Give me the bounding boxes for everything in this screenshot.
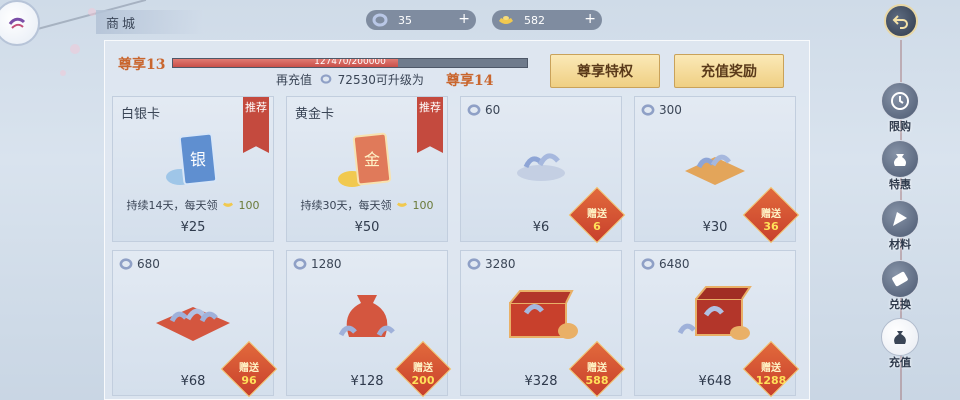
jade-pack-300[interactable]: 300 赠送 36 ¥30: [634, 96, 800, 244]
card-price: ¥128: [350, 374, 384, 389]
jade-ring-icon: [641, 258, 655, 270]
large-treasure-chest-icon: [677, 286, 752, 340]
gold-card-icon: 金: [338, 132, 392, 187]
recharge-suffix: 可升级为: [375, 73, 424, 87]
nav-item-limited[interactable]: 限购: [880, 82, 920, 134]
pouch-icon: [881, 140, 919, 178]
card-desc-value: 100: [412, 199, 434, 212]
jade-pack-1280[interactable]: 1280 赠送 200 ¥128: [286, 250, 452, 398]
card-desc: 持续14天，每天领 100: [113, 197, 273, 213]
nav-label: 材料: [889, 238, 911, 251]
card-desc-text: 持续14天，每天领: [126, 199, 218, 212]
recharge-amount: 72530: [337, 73, 376, 87]
jade-pack-60[interactable]: 60 赠送 6 ¥6: [460, 96, 626, 244]
jade-amount: 35: [398, 13, 412, 27]
nav-label: 特惠: [889, 178, 911, 191]
card-desc-text: 持续30天，每天领: [300, 199, 392, 212]
gold-currency-bar: 582 +: [492, 10, 602, 30]
fan-icon: [881, 200, 919, 238]
recommend-tag: 推荐: [243, 97, 269, 153]
menu-emblem-icon[interactable]: [0, 0, 40, 46]
card-price: ¥328: [524, 374, 558, 389]
vip-privilege-button[interactable]: 尊享特权: [550, 54, 660, 88]
pack-amount-value: 1280: [311, 257, 342, 271]
pack-amount: 60: [467, 103, 500, 117]
clock-icon: [881, 82, 919, 120]
card-title: 黄金卡: [295, 107, 335, 122]
jade-rings-on-red-cushion-icon: [156, 307, 230, 341]
nav-item-special[interactable]: 特惠: [880, 140, 920, 192]
card-art-char: 银: [190, 150, 206, 169]
jade-ring-icon: [467, 104, 481, 116]
jade-ring-icon: [467, 258, 481, 270]
pack-amount: 680: [119, 257, 160, 271]
nav-label: 限购: [889, 120, 911, 133]
card-art-char: 金: [364, 150, 380, 169]
gold-ingot-icon: [397, 202, 407, 207]
gold-ingot-icon: [223, 202, 233, 207]
vip-progress-text: 127470/200000: [314, 58, 386, 67]
jade-pack-6480[interactable]: 6480 赠送 1288 ¥648: [634, 250, 800, 398]
gold-card[interactable]: 黄金卡 推荐 金 持续30天，每天领 100 ¥50: [286, 96, 448, 242]
card-price: ¥648: [698, 374, 732, 389]
pack-amount-value: 300: [659, 103, 682, 117]
pack-amount: 300: [641, 103, 682, 117]
page-title: 商城: [96, 10, 204, 34]
vip-current-level: 尊享13: [118, 57, 166, 73]
jade-pack-680[interactable]: 680 赠送 96 ¥68: [112, 250, 278, 398]
nav-item-recharge[interactable]: 充值: [880, 318, 920, 370]
pack-amount-value: 3280: [485, 257, 516, 271]
recharge-reward-button[interactable]: 充值奖励: [674, 54, 784, 88]
recommend-tag: 推荐: [417, 97, 443, 153]
vip-progress-bar: 127470/200000: [172, 58, 528, 68]
silver-card-icon: 银: [166, 132, 218, 186]
back-button[interactable]: [884, 4, 918, 38]
jade-rings-on-cushion-icon: [685, 154, 745, 185]
jade-ring-icon: [372, 13, 388, 27]
pack-amount: 6480: [641, 257, 690, 271]
gold-amount: 582: [524, 13, 545, 27]
blossom-decoration: [70, 44, 80, 54]
jade-ring-icon: [293, 258, 307, 270]
add-gold-button[interactable]: +: [584, 11, 596, 27]
nav-label: 兑换: [889, 298, 911, 311]
back-arrow-icon: [892, 15, 908, 29]
blossom-decoration: [88, 8, 96, 16]
jade-currency-bar: 35 +: [366, 10, 476, 30]
pack-amount-value: 6480: [659, 257, 690, 271]
card-price: ¥6: [532, 220, 550, 235]
jade-ring-icon: [320, 74, 332, 84]
pack-amount: 1280: [293, 257, 342, 271]
card-price: ¥25: [180, 220, 206, 235]
add-jade-button[interactable]: +: [458, 11, 470, 27]
blossom-decoration: [60, 70, 66, 76]
pack-amount-value: 60: [485, 103, 501, 117]
nav-item-exchange[interactable]: 兑换: [880, 260, 920, 312]
pack-amount-value: 680: [137, 257, 160, 271]
treasure-chest-icon: [509, 290, 578, 339]
nav-label: 充值: [889, 356, 911, 369]
card-desc: 持续30天，每天领 100: [287, 197, 447, 213]
gold-ingot-icon: [499, 16, 513, 24]
card-title: 白银卡: [121, 107, 161, 122]
ticket-icon: [881, 260, 919, 298]
nav-item-materials[interactable]: 材料: [880, 200, 920, 252]
silver-card[interactable]: 白银卡 推荐 银 持续14天，每天领 100 ¥25: [112, 96, 274, 242]
recharge-hint: 再充值 72530可升级为: [276, 71, 424, 88]
card-price: ¥30: [702, 220, 728, 235]
jade-ring-icon: [641, 104, 655, 116]
recharge-prefix: 再充值: [276, 73, 313, 87]
card-price: ¥50: [354, 220, 380, 235]
vip-next-level: 尊享14: [446, 73, 494, 89]
jade-rings-icon: [517, 153, 565, 181]
treasure-bag-icon: [338, 295, 395, 337]
jade-ring-icon: [119, 258, 133, 270]
card-price: ¥68: [180, 374, 206, 389]
pack-amount: 3280: [467, 257, 516, 271]
card-desc-value: 100: [238, 199, 260, 212]
money-bag-icon: [881, 318, 919, 356]
jade-pack-3280[interactable]: 3280 赠送 588 ¥328: [460, 250, 626, 398]
